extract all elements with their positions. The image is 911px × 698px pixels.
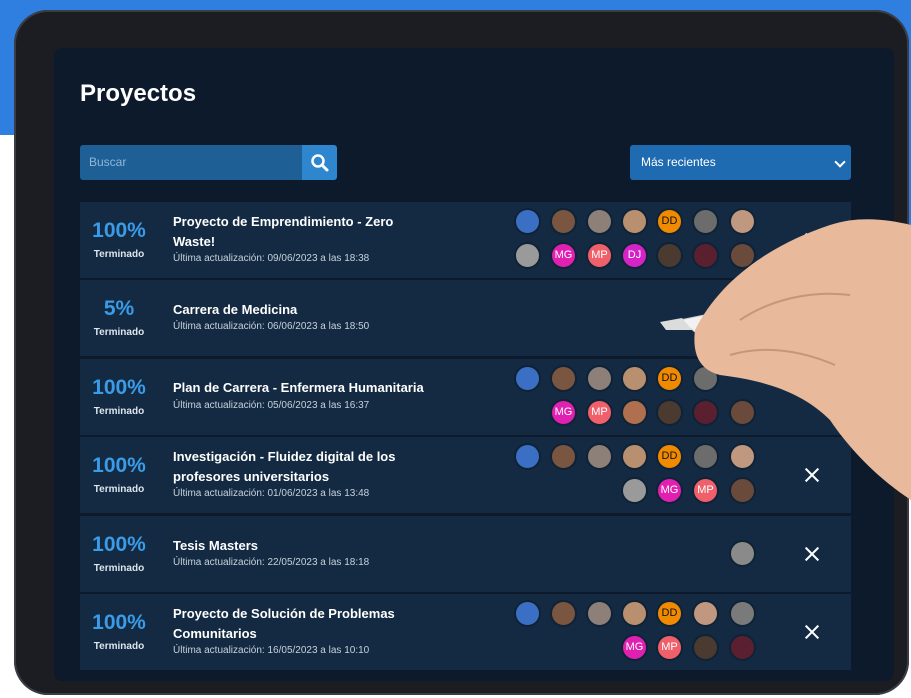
avatar bbox=[550, 365, 577, 392]
project-updated: Última actualización: 06/06/2023 a las 1… bbox=[173, 321, 370, 332]
project-updated: Última actualización: 01/06/2023 a las 1… bbox=[173, 488, 370, 499]
status-label: Terminado bbox=[93, 406, 145, 417]
project-title[interactable]: Plan de Carrera - Enfermera Humanitaria bbox=[173, 378, 473, 398]
project-title[interactable]: Proyecto de Emprendimiento - Zero Waste! bbox=[173, 212, 433, 252]
avatar bbox=[692, 600, 719, 627]
avatar bbox=[514, 208, 541, 235]
project-updated: Última actualización: 05/06/2023 a las 1… bbox=[173, 400, 370, 411]
project-title[interactable]: Investigación - Fluidez digital de los p… bbox=[173, 447, 433, 487]
project-title-line: Proyecto de Emprendimiento - Zero bbox=[173, 214, 394, 229]
search-button[interactable] bbox=[302, 145, 337, 180]
project-title[interactable]: Proyecto de Solución de Problemas Comuni… bbox=[173, 604, 433, 644]
project-row[interactable]: 100% Terminado Tesis Masters Última actu… bbox=[80, 516, 851, 592]
progress-percent: 100% bbox=[92, 454, 146, 477]
avatar bbox=[729, 634, 756, 661]
progress-percent: 100% bbox=[92, 533, 146, 556]
project-row[interactable]: 100% Terminado Proyecto de Solución de P… bbox=[80, 594, 851, 670]
project-updated: Última actualización: 09/06/2023 a las 1… bbox=[173, 253, 370, 264]
status-label: Terminado bbox=[93, 484, 145, 495]
progress-percent: 100% bbox=[92, 611, 146, 634]
search-icon bbox=[310, 153, 328, 171]
project-title-line: Tesis Masters bbox=[173, 538, 259, 553]
sort-select[interactable]: Más recientes bbox=[630, 145, 851, 180]
avatar bbox=[621, 600, 648, 627]
project-updated: Última actualización: 22/05/2023 a las 1… bbox=[173, 557, 370, 568]
avatar bbox=[514, 365, 541, 392]
project-title-line: profesores universitarios bbox=[173, 469, 330, 484]
search-input[interactable]: Buscar bbox=[80, 145, 302, 180]
avatar bbox=[729, 540, 756, 567]
project-title-line: Plan de Carrera - Enfermera Humanitaria bbox=[173, 380, 424, 395]
avatar: MG bbox=[621, 634, 648, 661]
project-updated: Última actualización: 16/05/2023 a las 1… bbox=[173, 645, 370, 656]
hand-with-stylus bbox=[660, 219, 911, 500]
status-label: Terminado bbox=[93, 249, 145, 260]
sort-selected-label: Más recientes bbox=[641, 155, 716, 169]
avatar bbox=[692, 634, 719, 661]
avatar bbox=[550, 600, 577, 627]
avatar: MG bbox=[550, 399, 577, 426]
project-title-line: Investigación - Fluidez digital de los bbox=[173, 449, 396, 464]
page-title: Proyectos bbox=[80, 80, 197, 107]
project-title[interactable]: Tesis Masters bbox=[173, 536, 433, 556]
project-title[interactable]: Carrera de Medicina bbox=[173, 300, 433, 320]
progress-percent: 5% bbox=[103, 297, 135, 320]
project-title-line: Comunitarios bbox=[173, 626, 257, 641]
status-label: Terminado bbox=[93, 563, 145, 574]
project-title-line: Proyecto de Solución de Problemas bbox=[173, 606, 395, 621]
progress-percent: 100% bbox=[92, 376, 146, 399]
status-label: Terminado bbox=[93, 641, 145, 652]
progress-percent: 100% bbox=[92, 219, 146, 242]
status-label: Terminado bbox=[93, 327, 145, 338]
chevron-down-icon bbox=[834, 156, 846, 168]
close-icon[interactable] bbox=[804, 546, 820, 562]
avatar bbox=[514, 242, 541, 269]
project-title-line: Waste! bbox=[173, 234, 216, 249]
avatar bbox=[550, 443, 577, 470]
close-icon[interactable] bbox=[804, 624, 820, 640]
avatar bbox=[586, 600, 613, 627]
avatar: MP bbox=[656, 634, 683, 661]
avatar bbox=[514, 600, 541, 627]
avatar bbox=[514, 443, 541, 470]
avatar bbox=[550, 208, 577, 235]
avatar: MG bbox=[550, 242, 577, 269]
project-title-line: Carrera de Medicina bbox=[173, 302, 298, 317]
avatar: DD bbox=[656, 600, 683, 627]
avatar bbox=[729, 600, 756, 627]
